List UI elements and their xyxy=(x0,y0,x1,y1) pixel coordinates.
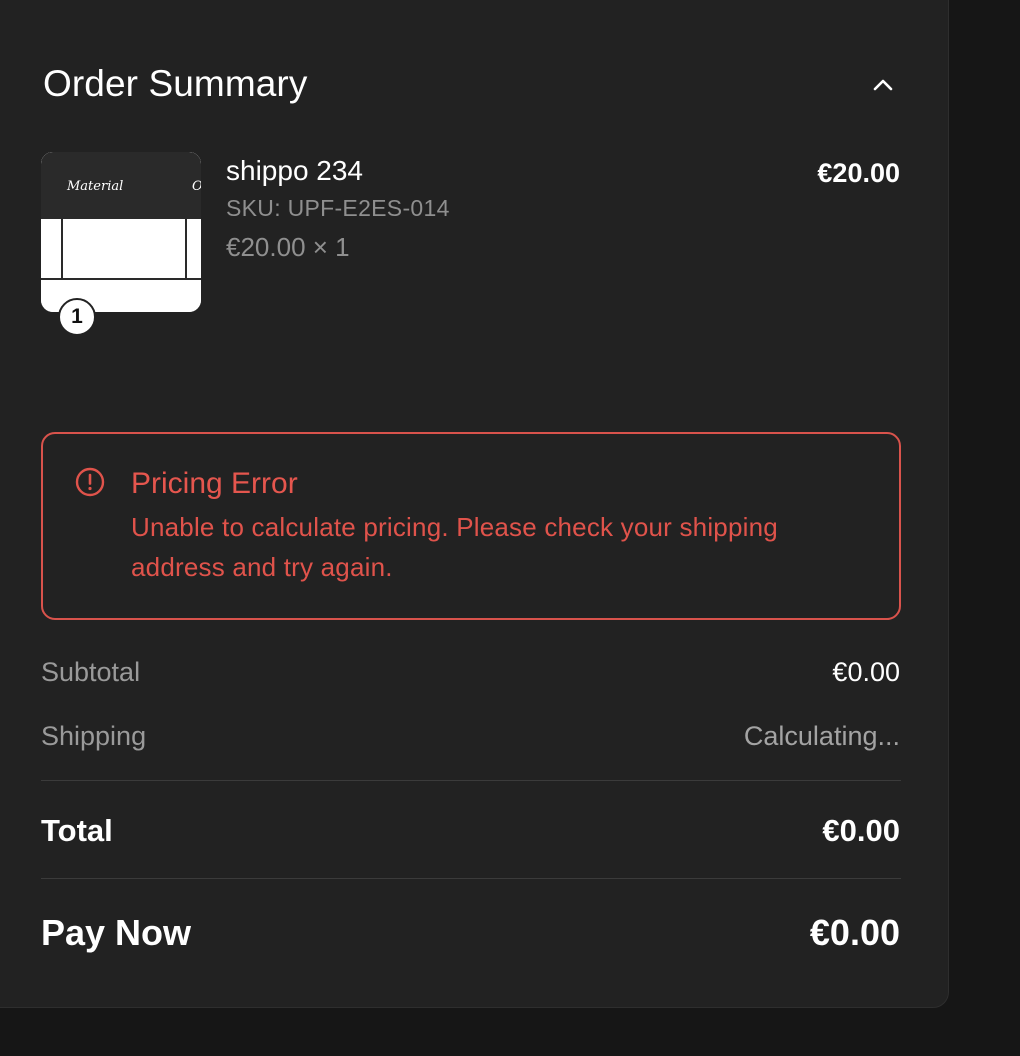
total-value: €0.00 xyxy=(822,813,900,848)
shipping-value: Calculating... xyxy=(743,721,900,751)
pricing-error-title: Pricing Error xyxy=(131,467,298,500)
product-thumbnail: Material O xyxy=(41,152,201,312)
product-thumbnail-image: Material O xyxy=(41,152,201,312)
thumbnail-text-cut: O xyxy=(192,179,201,194)
quantity-badge: 1 xyxy=(58,298,96,336)
product-line-total: €20.00 xyxy=(817,158,900,188)
subtotal-label: Subtotal xyxy=(41,657,141,687)
product-unit-price-qty: €20.00 × 1 xyxy=(226,232,350,262)
product-name: shippo 234 xyxy=(226,155,364,186)
order-summary-content: Order Summary Material O 1 shippo 234 SK… xyxy=(0,0,1020,1056)
collapse-button[interactable] xyxy=(866,68,900,102)
pay-now-value: €0.00 xyxy=(809,912,900,953)
product-thumbnail-wrap: Material O 1 xyxy=(41,152,201,336)
pay-now-label: Pay Now xyxy=(41,912,192,953)
divider xyxy=(41,780,901,781)
shipping-label: Shipping xyxy=(41,721,147,751)
divider xyxy=(41,878,901,879)
thumbnail-text: Material xyxy=(66,179,123,194)
subtotal-value: €0.00 xyxy=(832,657,900,687)
order-summary-title: Order Summary xyxy=(43,63,308,104)
total-label: Total xyxy=(41,813,113,848)
alert-circle-icon xyxy=(75,467,105,497)
product-sku: SKU: UPF-E2ES-014 xyxy=(226,195,450,221)
chevron-up-icon xyxy=(873,79,893,91)
pricing-error-message: Unable to calculate pricing. Please chec… xyxy=(131,512,778,582)
